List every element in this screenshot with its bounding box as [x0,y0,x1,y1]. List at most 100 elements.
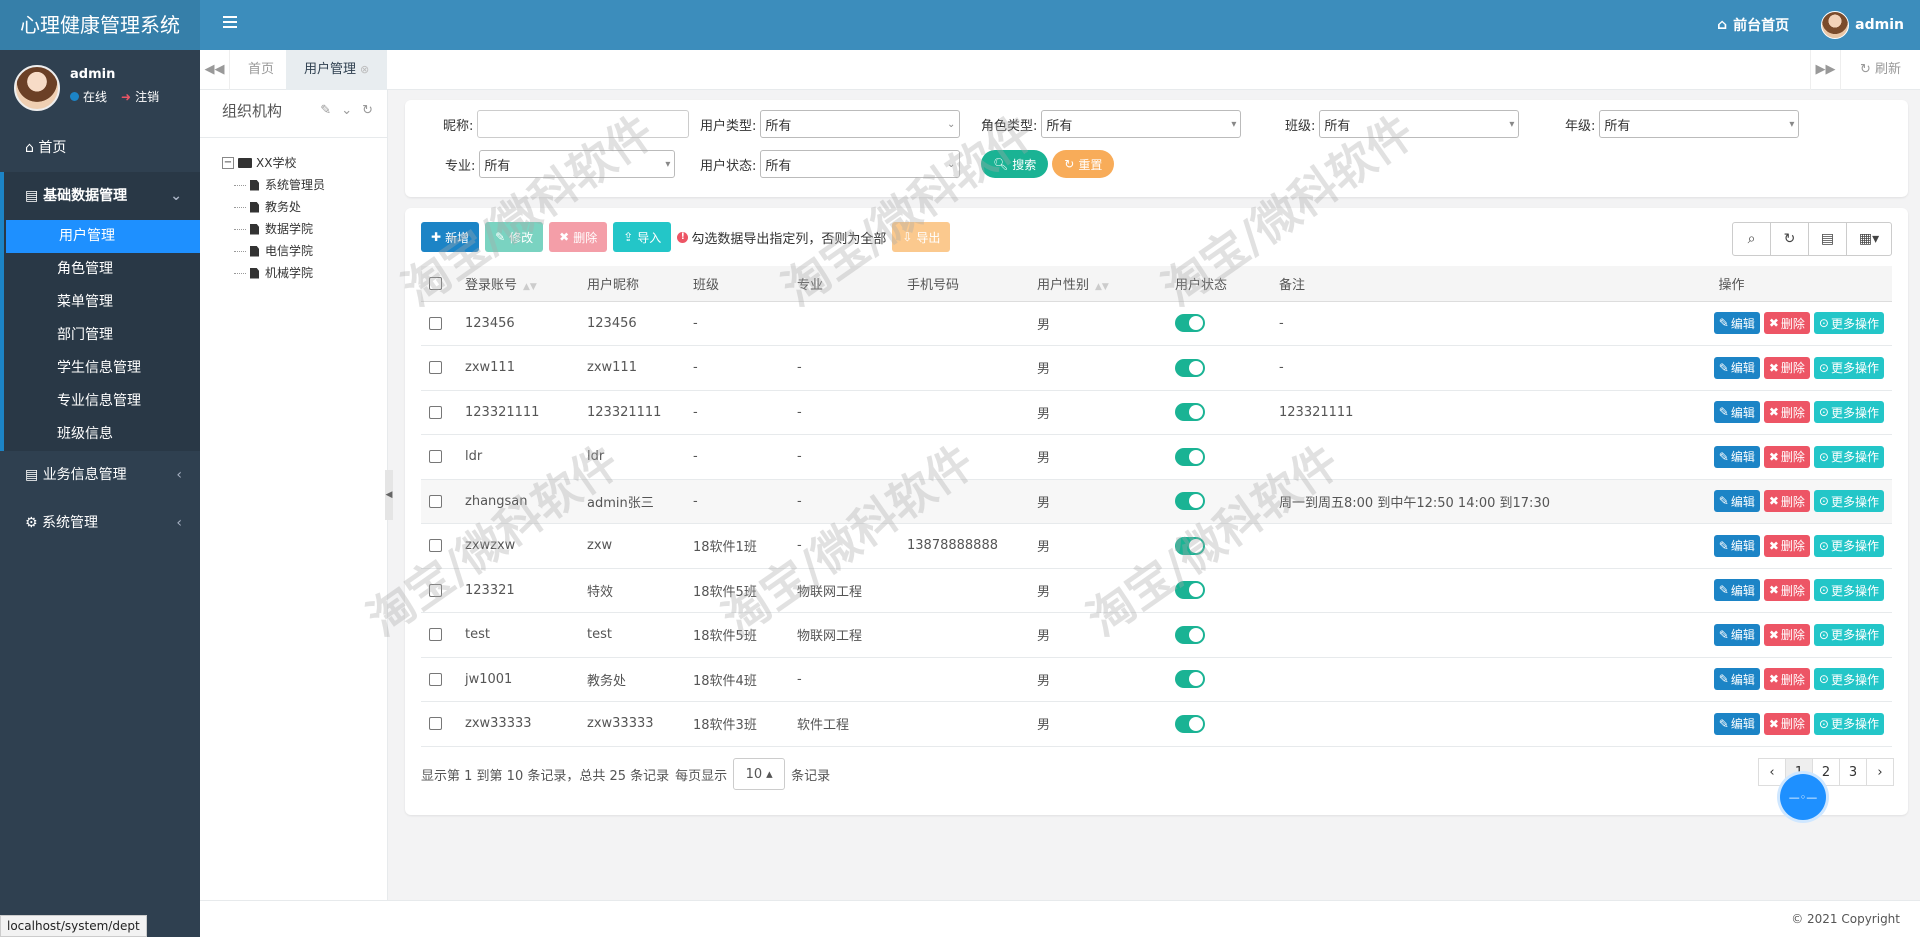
panel-collapse-handle[interactable]: ◀ [385,470,393,520]
status-toggle[interactable] [1175,670,1205,689]
sidebar-group-basic[interactable]: ▤ 基础数据管理 ⌄ [0,172,200,220]
role-type-select[interactable]: 所有 ▾ [1041,110,1242,138]
sidebar-item-major-mgmt[interactable]: 专业信息管理 [4,385,200,418]
row-checkbox[interactable] [429,539,442,553]
refresh-tab-button[interactable]: ↻ 刷新 [1840,50,1920,90]
sidebar-group-business[interactable]: ▤ 业务信息管理 ‹ [0,451,200,499]
sidebar-item-menu-mgmt[interactable]: 菜单管理 [4,286,200,319]
close-icon[interactable]: ⊗ [360,63,369,76]
edit-icon[interactable]: ✎ [320,90,331,132]
tree-node[interactable]: 数据学院 [222,218,387,240]
front-home-link[interactable]: ⌂ 前台首页 [1717,15,1789,35]
edit-button[interactable]: ✎ 修改 [485,222,544,252]
columns-button[interactable]: ▦▾ [1846,222,1892,256]
sidebar-item-home[interactable]: ⌂ 首页 [0,124,200,172]
row-delete-button[interactable]: ✖ 删除 [1763,534,1810,557]
row-edit-button[interactable]: ✎ 编辑 [1713,712,1760,735]
table-row[interactable]: 123321111 123321111 - - 男 123321111 ✎ 编辑 ✖ 删除 ⊙ 更多操… [421,390,1892,435]
row-delete-button[interactable]: ✖ 删除 [1763,712,1810,735]
row-edit-button[interactable]: ✎ 编辑 [1713,579,1760,602]
user-type-select[interactable]: 所有 ⌄ [760,110,961,138]
sidebar-item-class-info[interactable]: 班级信息 [4,418,200,451]
row-checkbox[interactable] [429,494,442,508]
row-checkbox[interactable] [429,361,442,375]
tab-home[interactable]: 首页 [230,50,292,90]
row-edit-button[interactable]: ✎ 编辑 [1713,312,1760,335]
row-edit-button[interactable]: ✎ 编辑 [1713,534,1760,557]
sidebar-item-student-mgmt[interactable]: 学生信息管理 [4,352,200,385]
major-select[interactable]: 所有 ▾ [479,150,676,178]
row-more-button[interactable]: ⊙ 更多操作 [1813,312,1884,335]
row-more-button[interactable]: ⊙ 更多操作 [1813,490,1884,513]
toggle-view-button[interactable]: ▤ [1808,222,1847,256]
status-toggle[interactable] [1175,314,1205,333]
row-delete-button[interactable]: ✖ 删除 [1763,312,1810,335]
import-button[interactable]: ⇪ 导入 [613,222,672,252]
table-row[interactable]: zxw33333 zxw33333 18软件3班 软件工程 男 ✎ 编辑 ✖ 删除 ⊙ 更多操作 [421,702,1892,746]
tree-node[interactable]: 系统管理员 [222,174,387,196]
row-checkbox[interactable] [429,672,442,686]
tab-scroll-right-icon[interactable]: ▶▶ [1810,50,1840,90]
tree-node[interactable]: 机械学院 [222,262,387,284]
table-row[interactable]: zxw111 zxw111 - - 男 - ✎ 编辑 ✖ 删除 ⊙ 更多操作 [421,346,1892,390]
status-select[interactable]: 所有 ⌄ [760,150,961,178]
add-button[interactable]: ✚ 新增 [421,222,480,252]
row-edit-button[interactable]: ✎ 编辑 [1713,445,1760,468]
row-more-button[interactable]: ⊙ 更多操作 [1813,534,1884,557]
status-toggle[interactable] [1175,536,1205,555]
row-more-button[interactable]: ⊙ 更多操作 [1813,445,1884,468]
row-more-button[interactable]: ⊙ 更多操作 [1813,623,1884,646]
row-edit-button[interactable]: ✎ 编辑 [1713,490,1760,513]
row-delete-button[interactable]: ✖ 删除 [1763,445,1810,468]
app-title[interactable]: 心理健康管理系统 [0,0,200,50]
row-more-button[interactable]: ⊙ 更多操作 [1813,712,1884,735]
menu-toggle-icon[interactable] [223,16,237,34]
user-menu[interactable]: admin [1821,11,1904,39]
page-next[interactable]: › [1866,758,1894,786]
tab-user-mgmt[interactable]: 用户管理 ⊗ [286,50,388,90]
sidebar-item-role-mgmt[interactable]: 角色管理 [4,253,200,286]
row-delete-button[interactable]: ✖ 删除 [1763,356,1810,379]
status-toggle[interactable] [1175,403,1205,422]
table-row[interactable]: jw1001 教务处 18软件4班 - 男 ✎ 编辑 ✖ 删除 ⊙ 更多操作 [421,657,1892,702]
refresh-icon[interactable]: ↻ [362,90,373,132]
table-row[interactable]: 123456 123456 - 男 - ✎ 编辑 ✖ 删除 ⊙ 更多操作 [421,301,1892,346]
row-delete-button[interactable]: ✖ 删除 [1763,490,1810,513]
tab-scroll-left-icon[interactable]: ◀◀ [200,50,230,90]
search-toggle-button[interactable]: ⌕ [1732,222,1771,256]
row-checkbox[interactable] [429,405,442,419]
table-row[interactable]: zxwzxw zxw 18软件1班 -13878888888 男 ✎ 编辑 ✖ 删除 ⊙ 更多操作 [421,524,1892,568]
sidebar-item-user-mgmt[interactable]: 用户管理 [6,220,200,253]
row-edit-button[interactable]: ✎ 编辑 [1713,623,1760,646]
row-more-button[interactable]: ⊙ 更多操作 [1813,356,1884,379]
row-checkbox[interactable] [429,717,442,731]
tree-node-root[interactable]: − XX学校 [222,152,387,174]
row-delete-button[interactable]: ✖ 删除 [1763,623,1810,646]
row-delete-button[interactable]: ✖ 删除 [1763,579,1810,602]
sidebar-group-system[interactable]: ⚙ 系统管理 ‹ [0,499,200,547]
row-edit-button[interactable]: ✎ 编辑 [1713,401,1760,424]
row-edit-button[interactable]: ✎ 编辑 [1713,668,1760,691]
col-account[interactable]: 登录账号 ▲▼ [457,266,579,302]
logout-link[interactable]: ➜ 注销 [121,88,159,105]
sidebar-item-dept-mgmt[interactable]: 部门管理 [4,319,200,352]
page-prev[interactable]: ‹ [1758,758,1786,786]
chevron-down-icon[interactable]: ⌄ [341,90,352,132]
nickname-input[interactable] [477,110,690,138]
row-edit-button[interactable]: ✎ 编辑 [1713,356,1760,379]
reset-button[interactable]: ↻ 重置 [1052,150,1115,178]
export-button[interactable]: ⇩ 导出 [892,222,951,252]
select-all-checkbox[interactable] [429,276,442,290]
search-button[interactable]: 🔍︎ 搜索 [981,150,1049,178]
row-more-button[interactable]: ⊙ 更多操作 [1813,401,1884,424]
status-toggle[interactable] [1175,447,1205,466]
status-toggle[interactable] [1175,625,1205,644]
row-delete-button[interactable]: ✖ 删除 [1763,401,1810,424]
row-more-button[interactable]: ⊙ 更多操作 [1813,668,1884,691]
grade-select[interactable]: 所有 ▾ [1599,110,1800,138]
status-toggle[interactable] [1175,714,1205,733]
page-3[interactable]: 3 [1839,758,1867,786]
class-select[interactable]: 所有 ▾ [1319,110,1520,138]
refresh-button[interactable]: ↻ [1770,222,1809,256]
status-toggle[interactable] [1175,581,1205,600]
